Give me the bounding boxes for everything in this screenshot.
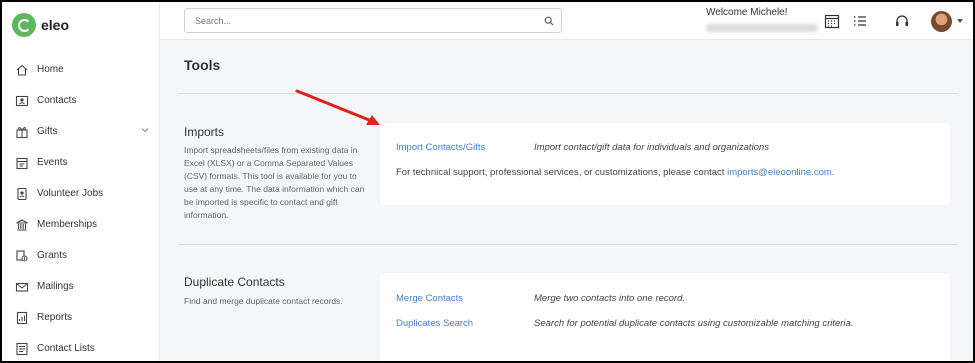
caret-down-icon[interactable]	[957, 19, 963, 23]
support-message: For technical support, professional serv…	[396, 167, 728, 178]
avatar[interactable]	[931, 11, 952, 32]
sidebar-item-label: Reports	[37, 312, 73, 323]
annotation-arrow-icon	[295, 89, 380, 125]
list-icon	[15, 342, 29, 356]
page-title: Tools	[184, 57, 221, 73]
task-list-icon[interactable]	[852, 13, 868, 29]
sidebar-item-label: Home	[37, 64, 64, 75]
search-input[interactable]	[184, 8, 562, 33]
sidebar-item-label: Grants	[37, 250, 68, 261]
sidebar-item-home[interactable]: Home	[2, 54, 160, 85]
sidebar-item-label: Events	[37, 157, 68, 168]
merge-contacts-description: Merge two contacts into one record.	[534, 293, 686, 304]
sidebar-item-label: Contacts	[37, 95, 77, 106]
sidebar: eleo Home Contacts Gifts Events Voluntee…	[2, 2, 160, 361]
building-icon	[15, 218, 29, 232]
sidebar-item-gifts[interactable]: Gifts	[2, 116, 160, 147]
import-link-description: Import contact/gift data for individuals…	[534, 142, 769, 153]
sidebar-item-label: Mailings	[37, 281, 74, 292]
badge-icon	[15, 187, 29, 201]
grant-icon	[15, 249, 29, 263]
sidebar-item-contacts[interactable]: Contacts	[2, 85, 160, 116]
calendar-icon	[15, 156, 29, 170]
duplicates-search-description: Search for potential duplicate contacts …	[534, 318, 854, 329]
duplicates-title: Duplicate Contacts	[184, 275, 285, 289]
duplicates-description: Find and merge duplicate contact records…	[184, 296, 343, 306]
app-window: eleo Home Contacts Gifts Events Voluntee…	[2, 2, 973, 361]
imports-description: Import spreadsheets/files from existing …	[184, 145, 365, 220]
mail-icon	[15, 280, 29, 294]
home-icon	[15, 63, 29, 77]
eleo-logo-icon	[12, 13, 36, 37]
sidebar-item-label: Memberships	[37, 219, 98, 230]
import-contacts-gifts-link[interactable]: Import Contacts/Gifts	[396, 142, 485, 153]
logo-text: eleo	[41, 17, 70, 33]
top-bar: Welcome Michele!	[160, 2, 973, 40]
chevron-down-icon[interactable]	[140, 125, 150, 135]
sidebar-nav: Home Contacts Gifts Events Volunteer Job…	[2, 54, 160, 361]
sidebar-item-memberships[interactable]: Memberships	[2, 209, 160, 240]
sidebar-item-events[interactable]: Events	[2, 147, 160, 178]
sidebar-item-reports[interactable]: Reports	[2, 302, 160, 333]
duplicates-card: Merge Contacts Merge two contacts into o…	[380, 273, 950, 361]
sidebar-item-mailings[interactable]: Mailings	[2, 271, 160, 302]
divider	[178, 244, 958, 245]
user-org-blurred	[706, 24, 818, 32]
duplicates-search-link[interactable]: Duplicates Search	[396, 318, 473, 329]
search-icon[interactable]	[544, 16, 554, 26]
sidebar-item-contact-lists[interactable]: Contact Lists	[2, 333, 160, 361]
contacts-icon	[15, 94, 29, 108]
support-email-link[interactable]: imports@eleoonline.com	[727, 167, 832, 178]
sidebar-item-label: Volunteer Jobs	[37, 188, 104, 199]
gift-icon	[15, 125, 29, 139]
sidebar-item-grants[interactable]: Grants	[2, 240, 160, 271]
headset-icon[interactable]	[894, 13, 910, 29]
report-icon	[15, 311, 29, 325]
imports-title: Imports	[184, 125, 225, 139]
imports-card: Import Contacts/Gifts Import contact/gif…	[380, 123, 950, 205]
support-end: .	[831, 167, 835, 178]
sidebar-item-label: Contact Lists	[37, 343, 95, 354]
sidebar-item-volunteer-jobs[interactable]: Volunteer Jobs	[2, 178, 160, 209]
welcome-message: Welcome Michele!	[706, 7, 788, 18]
sidebar-item-label: Gifts	[37, 126, 58, 137]
merge-contacts-link[interactable]: Merge Contacts	[396, 293, 463, 304]
support-text: For technical support, professional serv…	[396, 167, 834, 178]
logo[interactable]: eleo	[12, 13, 69, 37]
calendar-icon[interactable]	[824, 13, 840, 29]
